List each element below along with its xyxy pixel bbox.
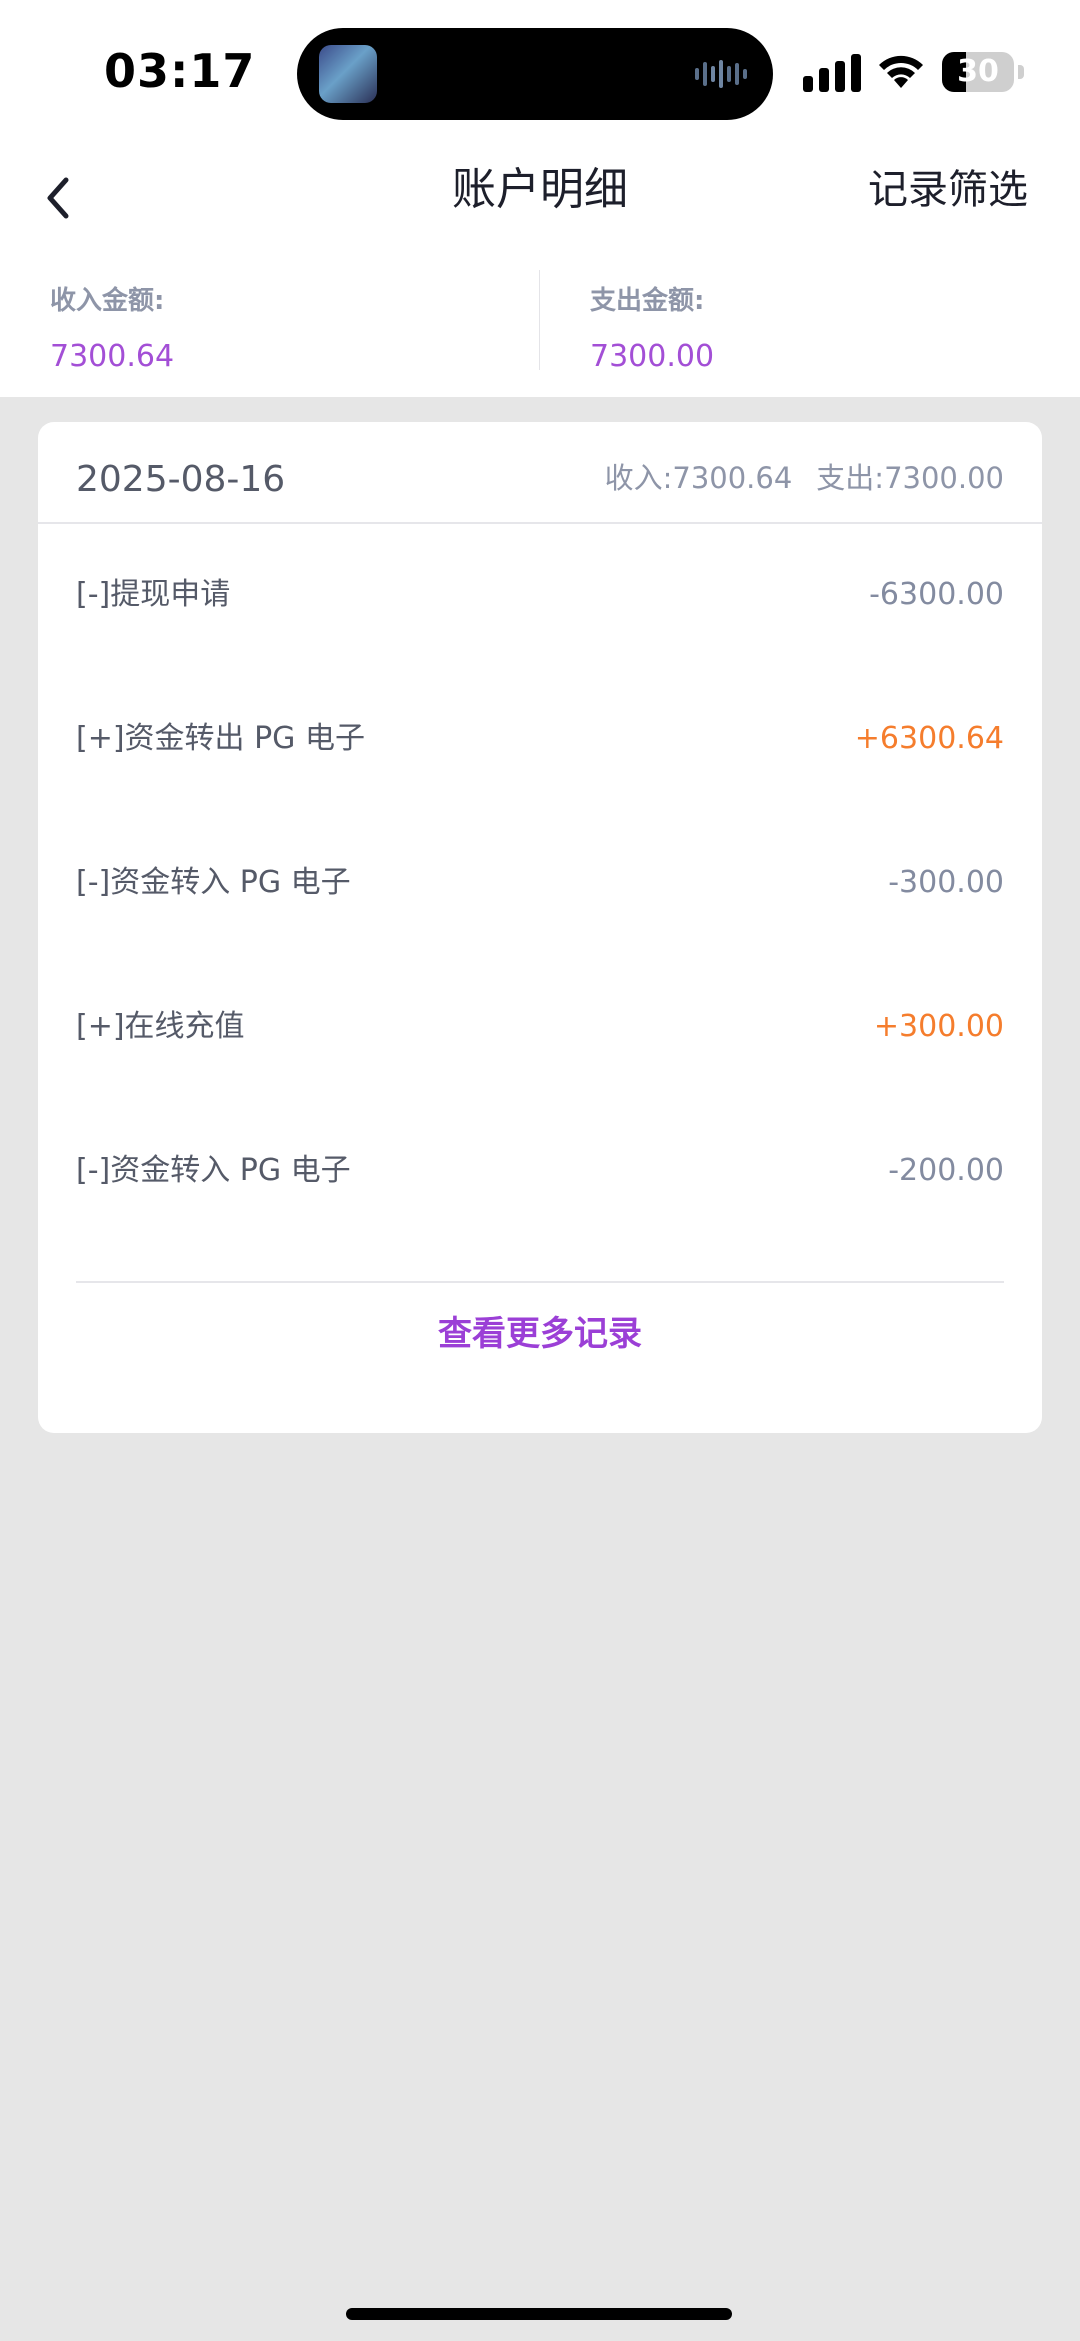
income-summary: 收入金额: 7300.64 (50, 280, 174, 374)
day-totals: 收入:7300.64 支出:7300.00 (605, 422, 1004, 534)
dynamic-island[interactable] (297, 28, 773, 120)
transaction-amount: -200.00 (888, 1153, 1004, 1188)
expense-label: 支出金额: (590, 286, 705, 316)
battery-cap (1018, 65, 1024, 79)
battery-shell: 30 (942, 52, 1014, 92)
card-divider (76, 1281, 1004, 1283)
transaction-amount: -300.00 (888, 865, 1004, 900)
transaction-amount: -6300.00 (869, 577, 1004, 612)
transaction-label: [+]资金转出 PG 电子 (76, 721, 365, 756)
amount-summary: 收入金额: 7300.64 支出金额: 7300.00 (0, 260, 1080, 397)
summary-divider (539, 270, 540, 370)
transaction-row[interactable]: [-]提现申请 -6300.00 (76, 560, 1004, 630)
wifi-icon (879, 55, 923, 88)
record-filter-button[interactable]: 记录筛选 (868, 140, 1028, 240)
transaction-label: [-]提现申请 (76, 577, 231, 612)
income-label: 收入金额: (50, 286, 165, 316)
transaction-row[interactable]: [-]资金转入 PG 电子 -200.00 (76, 1136, 1004, 1206)
transaction-label: [+]在线充值 (76, 1009, 245, 1044)
transaction-row[interactable]: [-]资金转入 PG 电子 -300.00 (76, 848, 1004, 918)
income-value: 7300.64 (50, 339, 175, 374)
transaction-amount: +6300.64 (854, 721, 1004, 756)
record-date: 2025-08-16 (76, 459, 286, 500)
transaction-amount: +300.00 (873, 1009, 1004, 1044)
day-record-card: 2025-08-16 收入:7300.64 支出:7300.00 [-]提现申请 … (38, 422, 1042, 1433)
card-header: 2025-08-16 收入:7300.64 支出:7300.00 (38, 422, 1042, 524)
transaction-row[interactable]: [+]在线充值 +300.00 (76, 992, 1004, 1062)
account-details-screen: 03:17 30 账户明细 记录筛选 收入金额: 7300.64 支出金额: 7… (0, 0, 1080, 2341)
nav-bar: 账户明细 记录筛选 (0, 140, 1080, 260)
transaction-label: [-]资金转入 PG 电子 (76, 865, 351, 900)
home-indicator[interactable] (346, 2308, 732, 2320)
status-bar: 03:17 30 (0, 0, 1080, 140)
transaction-row[interactable]: [+]资金转出 PG 电子 +6300.64 (76, 704, 1004, 774)
audio-waveform-icon (695, 60, 747, 88)
transaction-label: [-]资金转入 PG 电子 (76, 1153, 351, 1188)
status-time: 03:17 (104, 44, 256, 98)
battery-icon: 30 (942, 52, 1024, 92)
expense-value: 7300.00 (590, 339, 715, 374)
view-more-records-button[interactable]: 查看更多记录 (38, 1284, 1042, 1384)
day-expense-total: 支出:7300.00 (816, 461, 1004, 495)
signal-icon (803, 54, 861, 92)
chevron-left-icon (47, 177, 69, 219)
battery-percent: 30 (957, 54, 999, 89)
expense-summary: 支出金额: 7300.00 (590, 280, 714, 374)
now-playing-thumbnail (319, 45, 377, 103)
back-button[interactable] (30, 166, 94, 230)
day-income-total: 收入:7300.64 (604, 461, 793, 495)
